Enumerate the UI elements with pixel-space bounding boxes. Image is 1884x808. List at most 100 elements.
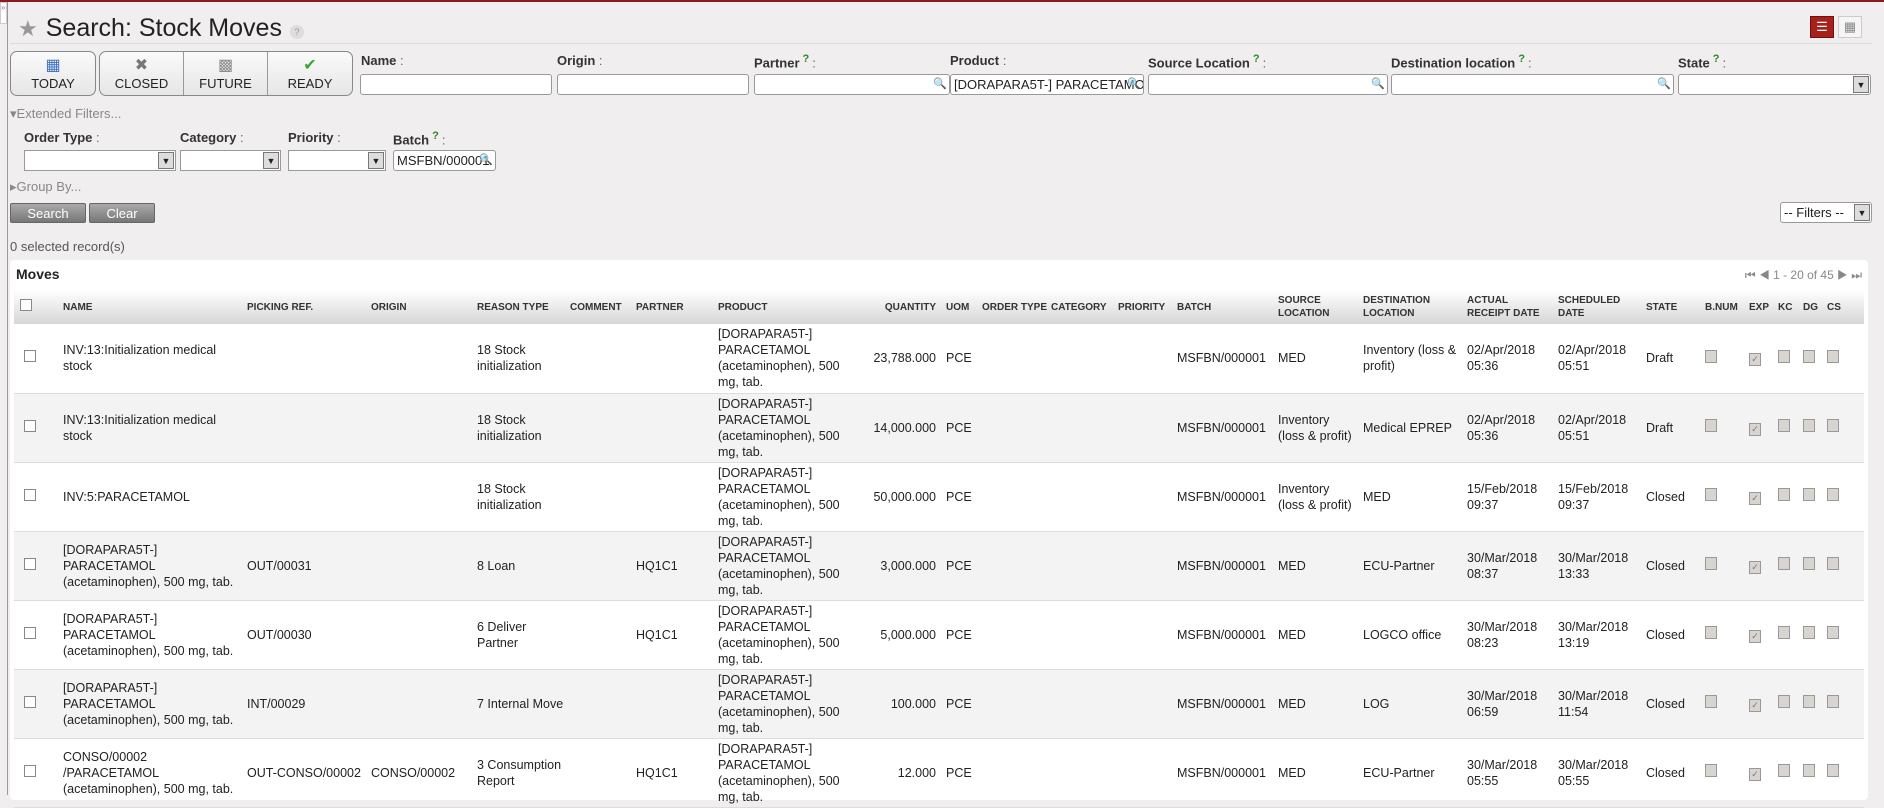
clear-button[interactable]: Clear	[89, 203, 155, 223]
search-icon[interactable]: 🔍	[933, 77, 947, 90]
group-by-toggle[interactable]: ▸Group By...	[10, 179, 81, 195]
origin-input[interactable]	[557, 74, 749, 95]
column-header[interactable]: ACTUAL RECEIPT DATE	[1465, 290, 1556, 324]
view-switcher: ☰ ▦	[1810, 16, 1862, 38]
cell-dg	[1801, 738, 1825, 808]
help-mark[interactable]: ?	[1253, 53, 1260, 65]
help-mark[interactable]: ?	[803, 53, 810, 65]
chevron-down-icon: ▼	[263, 152, 279, 169]
search-icon[interactable]: 🔍	[1371, 77, 1385, 90]
source-location-input[interactable]: 🔍	[1148, 74, 1388, 95]
next-page-icon[interactable]: ▶	[1837, 268, 1848, 282]
column-header[interactable]: CS	[1825, 290, 1864, 324]
category-label: Category :	[180, 130, 244, 145]
cell-source-location: MED	[1276, 324, 1361, 394]
column-header[interactable]: SCHEDULED DATE	[1556, 290, 1644, 324]
partner-input[interactable]: 🔍	[754, 74, 950, 95]
column-header[interactable]: PRIORITY	[1116, 290, 1175, 324]
table-row[interactable]: [DORAPARA5T-] PARACETAMOL (acetaminophen…	[14, 669, 1864, 739]
help-mark[interactable]: ?	[1713, 53, 1720, 65]
extended-filters-toggle[interactable]: ▾Extended Filters...	[10, 106, 121, 122]
column-header[interactable]: KC	[1776, 290, 1801, 324]
column-header[interactable]: NAME	[61, 290, 245, 324]
table-row[interactable]: INV:5:PARACETAMOL 18 Stock initialization…	[14, 462, 1864, 532]
category-select[interactable]: ▼	[180, 150, 281, 171]
grid-view-icon[interactable]: ▦	[1838, 16, 1862, 38]
column-header[interactable]: DG	[1801, 290, 1825, 324]
column-header[interactable]: EXP	[1747, 290, 1776, 324]
name-input[interactable]	[360, 74, 552, 95]
row-checkbox[interactable]	[24, 695, 36, 708]
column-header[interactable]: UOM	[944, 290, 980, 324]
kc-checkbox	[1778, 626, 1790, 639]
column-header[interactable]: ORIGIN	[369, 290, 475, 324]
cell-batch: MSFBN/000001	[1175, 600, 1276, 670]
cell-dg	[1801, 669, 1825, 739]
search-icon[interactable]: 🔍	[479, 153, 493, 166]
column-header[interactable]: ORDER TYPE	[980, 290, 1049, 324]
dg-checkbox	[1803, 349, 1815, 363]
column-header[interactable]: B.NUM	[1703, 290, 1747, 324]
row-checkbox[interactable]	[24, 419, 36, 432]
table-row[interactable]: [DORAPARA5T-] PARACETAMOL (acetaminophen…	[14, 600, 1864, 670]
help-mark[interactable]: ?	[1518, 53, 1525, 65]
row-checkbox[interactable]	[24, 350, 36, 363]
column-header[interactable]: DESTINATION LOCATION	[1361, 290, 1465, 324]
product-input[interactable]: [DORAPARA5T-] PARACETAMOL 🔍	[950, 74, 1144, 95]
column-header[interactable]: PRODUCT	[716, 290, 856, 324]
column-header[interactable]: PARTNER	[634, 290, 716, 324]
row-checkbox[interactable]	[24, 557, 36, 570]
cell-actual-receipt-date: 30/Mar/2018 08:37	[1465, 531, 1556, 601]
list-view-icon[interactable]: ☰	[1810, 16, 1834, 38]
table-row[interactable]: INV:13:Initialization medical stock 18 St…	[14, 324, 1864, 394]
column-header[interactable]: REASON TYPE	[475, 290, 568, 324]
destination-location-label: Destination location?:	[1391, 53, 1532, 70]
column-header[interactable]: PICKING REF.	[245, 290, 369, 324]
search-icon[interactable]: 🔍	[1127, 77, 1141, 90]
destination-location-input[interactable]: 🔍	[1391, 74, 1674, 95]
cell-priority	[1116, 600, 1175, 670]
sidebar-toggle[interactable]: »	[0, 2, 7, 24]
column-header[interactable]: STATE	[1644, 290, 1703, 324]
column-header[interactable]: CATEGORY	[1049, 290, 1116, 324]
help-icon[interactable]: ?	[289, 24, 304, 39]
batch-input[interactable]: MSFBN/000001 🔍	[393, 150, 496, 171]
cell-batch: MSFBN/000001	[1175, 324, 1276, 394]
filters-select[interactable]: -- Filters -- ▼	[1780, 202, 1872, 223]
filter-label: READY	[287, 76, 333, 91]
cell-quantity: 12.000	[856, 738, 944, 808]
cell-category	[1049, 738, 1116, 808]
cell-source-location: MED	[1276, 738, 1361, 808]
table-row[interactable]: INV:13:Initialization medical stock 18 St…	[14, 393, 1864, 463]
filter-future-button[interactable]: ▩ FUTURE	[184, 52, 268, 95]
table-row[interactable]: [DORAPARA5T-] PARACETAMOL (acetaminophen…	[14, 531, 1864, 601]
cell-dg	[1801, 324, 1825, 394]
column-header[interactable]: SOURCE LOCATION	[1276, 290, 1361, 324]
cs-checkbox	[1827, 349, 1839, 363]
order-type-select[interactable]: ▼	[24, 150, 176, 171]
row-checkbox[interactable]	[24, 488, 36, 501]
colon: :	[96, 130, 100, 145]
column-header[interactable]: QUANTITY	[856, 290, 944, 324]
search-button[interactable]: Search	[10, 203, 86, 223]
column-header[interactable]: COMMENT	[568, 290, 634, 324]
cell-uom: PCE	[944, 462, 980, 532]
priority-select[interactable]: ▼	[288, 150, 386, 171]
row-checkbox[interactable]	[24, 764, 36, 777]
column-header[interactable]: BATCH	[1175, 290, 1276, 324]
help-mark[interactable]: ?	[432, 130, 439, 142]
favorite-star-icon[interactable]: ★	[18, 16, 38, 42]
last-page-icon[interactable]: ⏭	[1851, 268, 1862, 282]
first-page-icon[interactable]: ⏮	[1745, 268, 1756, 282]
row-select-cell	[14, 738, 61, 808]
b-num-checkbox	[1705, 349, 1717, 363]
filter-closed-button[interactable]: ✖ CLOSED	[100, 52, 184, 95]
row-checkbox[interactable]	[24, 626, 36, 639]
table-row[interactable]: CONSO/00002 /PARACETAMOL (acetaminophen)…	[14, 738, 1864, 808]
state-select[interactable]: ▼	[1678, 74, 1871, 95]
filter-ready-button[interactable]: ✔ READY	[268, 52, 352, 95]
select-all-checkbox[interactable]	[20, 299, 32, 311]
search-icon[interactable]: 🔍	[1657, 77, 1671, 90]
filter-today-button[interactable]: ▦ TODAY	[11, 52, 95, 95]
prev-page-icon[interactable]: ◀	[1759, 268, 1770, 282]
